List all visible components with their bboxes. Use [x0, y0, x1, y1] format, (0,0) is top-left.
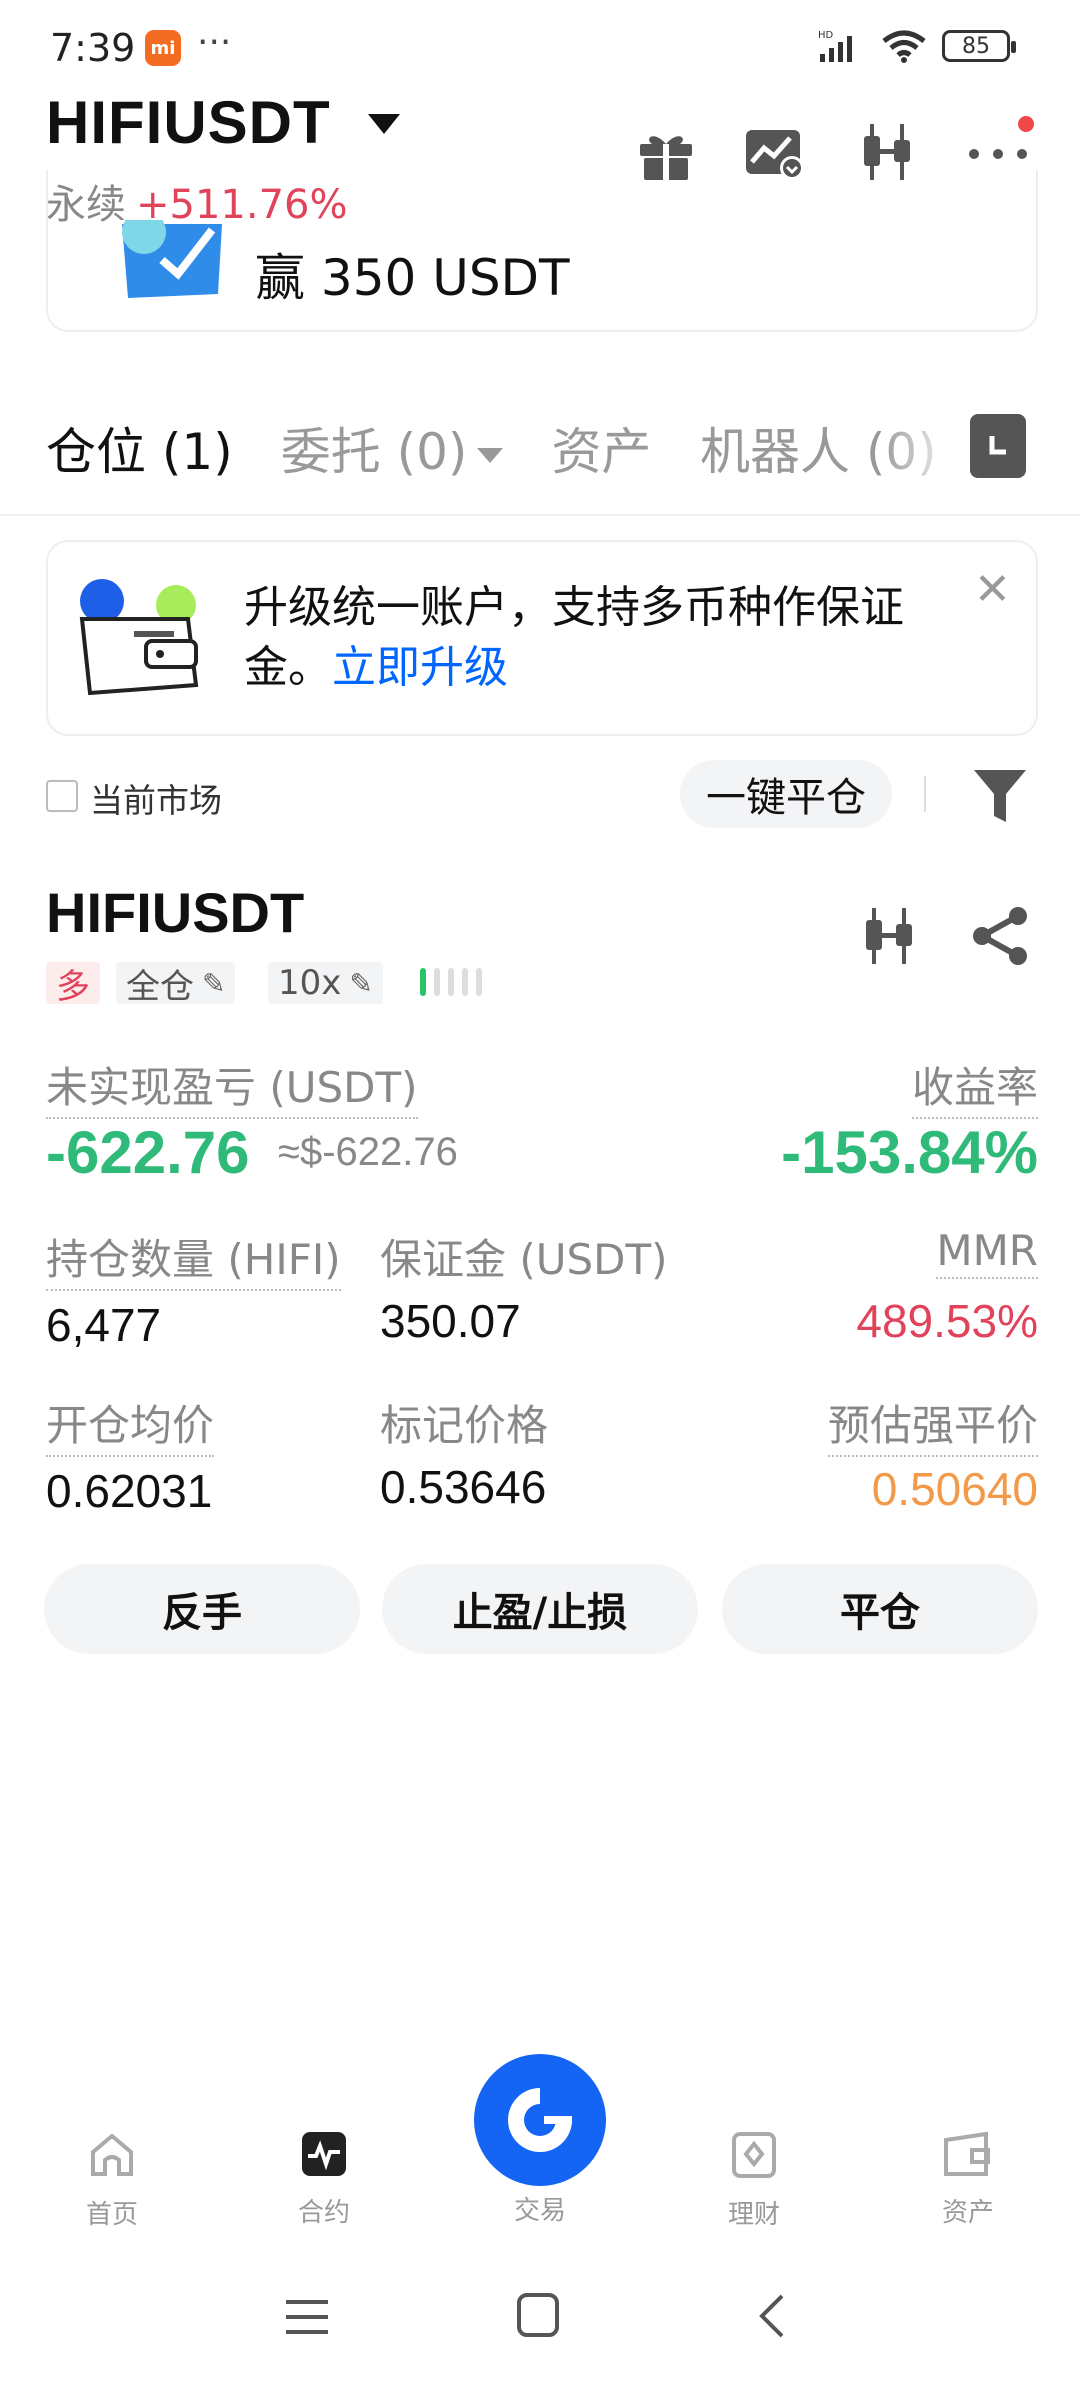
nav-home-label: 首页: [85, 2200, 138, 2230]
promo-illustration-icon: [118, 220, 226, 298]
leverage-badge[interactable]: 10x ✎: [268, 962, 383, 1004]
promo-text: 赢 350 USDT: [255, 249, 570, 307]
liq-price-label[interactable]: 预估强平价: [827, 1392, 1038, 1457]
margin-label: 保证金 (USDT): [380, 1235, 668, 1284]
leverage-label: 10x: [278, 963, 342, 1003]
tab-positions[interactable]: 仓位 (1): [46, 412, 233, 484]
signal-icon: HD: [818, 30, 852, 62]
nav-assets[interactable]: 资产: [908, 2130, 1028, 2229]
edit-icon: ✎: [349, 966, 373, 1000]
margin-mode-badge[interactable]: 全仓 ✎: [116, 962, 236, 1007]
current-market-checkbox[interactable]: [46, 780, 78, 812]
tabs-divider: [0, 514, 1080, 516]
position-tabs: 仓位 (1) 委托 (0) 资产: [46, 412, 699, 484]
share-icon[interactable]: [970, 904, 1032, 968]
unrealized-pnl-value: -622.76: [46, 1119, 250, 1186]
filter-separator: [924, 776, 926, 812]
roe-value: -153.84%: [781, 1119, 1038, 1186]
futures-icon: [302, 2132, 346, 2176]
candlestick-icon[interactable]: [858, 904, 922, 968]
close-position-button[interactable]: 平仓: [722, 1564, 1038, 1654]
current-market-label[interactable]: 当前市场: [90, 774, 222, 822]
tab-orders-label: 委托 (0): [280, 423, 468, 481]
unrealized-pnl-label[interactable]: 未实现盈亏 (USDT): [46, 1054, 418, 1119]
history-icon[interactable]: [970, 414, 1026, 478]
more-notifications-icon: ···: [197, 22, 232, 63]
system-nav-bar: [0, 2270, 1080, 2400]
unrealized-pnl-usd: ≈$-622.76: [278, 1130, 458, 1174]
home-icon: [91, 2133, 133, 2176]
mark-price-label: 标记价格: [380, 1401, 549, 1450]
position-symbol[interactable]: HIFIUSDT: [46, 880, 304, 945]
earn-icon: [732, 2132, 776, 2178]
upgrade-now-link[interactable]: 立即升级: [332, 642, 508, 693]
wallet-illustration-icon: [79, 579, 199, 696]
entry-price-value: 0.62031: [46, 1465, 213, 1517]
nav-futures-label: 合约: [297, 2198, 350, 2228]
tab-orders[interactable]: 委托 (0): [281, 412, 504, 484]
trade-icon: [508, 2088, 572, 2152]
reverse-button[interactable]: 反手: [44, 1564, 360, 1654]
margin-value: 350.07: [380, 1295, 521, 1347]
position-qty-label[interactable]: 持仓数量 (HIFI): [46, 1226, 341, 1291]
tp-sl-button[interactable]: 止盈/止损: [382, 1564, 698, 1654]
nav-futures[interactable]: 合约: [264, 2130, 384, 2229]
filter-icon[interactable]: [972, 766, 1028, 826]
home-button-icon[interactable]: [516, 2292, 560, 2338]
menu-icon[interactable]: [284, 2296, 330, 2338]
pair-dropdown-icon[interactable]: [368, 114, 400, 134]
nav-home[interactable]: 首页: [52, 2130, 172, 2231]
nav-earn[interactable]: 理财: [694, 2130, 814, 2231]
status-time: 7:39: [50, 26, 136, 70]
tab-assets[interactable]: 资产: [551, 412, 651, 484]
app-notification-icon: mi: [145, 30, 181, 66]
nav-trade[interactable]: [474, 2054, 606, 2186]
tab-fade: [880, 400, 960, 480]
close-icon[interactable]: ✕: [974, 564, 1011, 615]
nav-trade-label: 交易: [513, 2196, 566, 2226]
roe-label[interactable]: 收益率: [911, 1054, 1038, 1119]
svg-text:HD: HD: [818, 30, 834, 41]
upgrade-message: 升级统一账户，支持多币种作保证金。立即升级: [244, 578, 964, 698]
nav-assets-label: 资产: [941, 2198, 994, 2228]
margin-mode-label: 全仓: [126, 966, 194, 1007]
nav-earn-label: 理财: [727, 2200, 780, 2230]
pair-title[interactable]: HIFIUSDT: [46, 88, 331, 157]
wallet-icon: [944, 2131, 990, 2176]
mark-price-value: 0.53646: [380, 1461, 547, 1513]
battery-icon: 85: [942, 30, 1016, 62]
close-all-button[interactable]: 一键平仓: [680, 760, 892, 828]
back-icon[interactable]: [756, 2292, 786, 2340]
notification-dot: [1018, 116, 1034, 132]
mmr-value: 489.53%: [856, 1295, 1038, 1347]
liq-price-value: 0.50640: [871, 1463, 1038, 1515]
edit-icon: ✎: [202, 966, 226, 1000]
position-qty-value: 6,477: [46, 1299, 162, 1351]
risk-level-indicator: [420, 968, 482, 996]
wifi-icon: [882, 30, 926, 63]
chevron-down-icon: [477, 448, 504, 463]
mmr-label[interactable]: MMR: [936, 1226, 1038, 1279]
entry-price-label[interactable]: 开仓均价: [46, 1392, 215, 1457]
side-badge: 多: [46, 962, 100, 1007]
status-indicators: HD 85: [818, 28, 1016, 64]
